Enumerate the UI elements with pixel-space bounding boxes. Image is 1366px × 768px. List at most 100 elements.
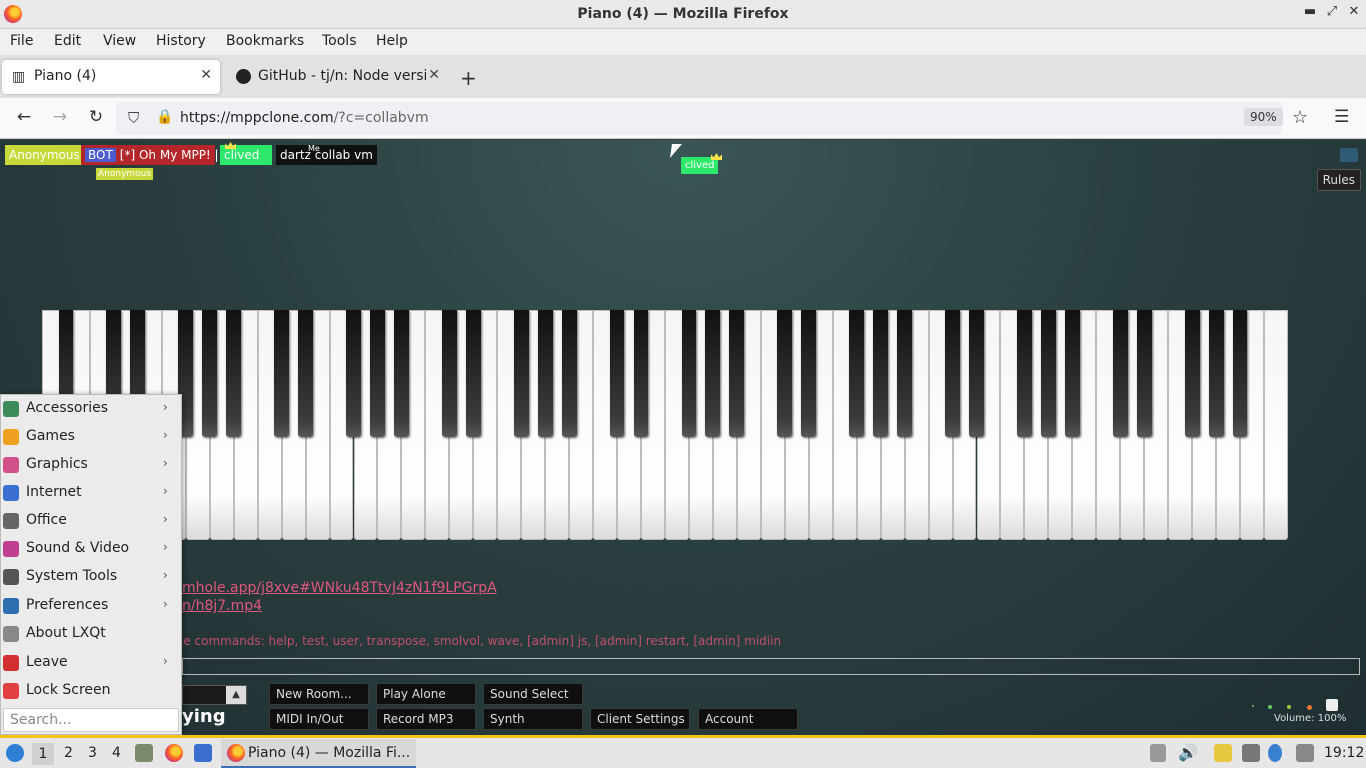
lock-icon[interactable]: 🔒 — [156, 109, 173, 125]
piano-black-key[interactable] — [513, 310, 529, 437]
piano-black-key[interactable] — [465, 310, 481, 437]
user-bot[interactable]: BOT [*] Oh My MPP! | A — [81, 145, 231, 165]
piano-black-key[interactable] — [370, 310, 385, 437]
file-manager-icon[interactable] — [135, 744, 153, 762]
desktop-2[interactable]: 2 — [64, 745, 73, 761]
forward-button[interactable]: → — [48, 107, 72, 127]
close-window-button[interactable]: ✕ — [1344, 4, 1364, 19]
chat-link[interactable]: n/h8j7.mp4 — [182, 598, 262, 614]
piano-black-key[interactable] — [561, 310, 577, 437]
start-menu-item-games[interactable]: Games › — [1, 423, 181, 451]
close-tab-icon[interactable]: ✕ — [200, 67, 212, 83]
piano-black-key[interactable] — [897, 310, 913, 437]
lxqt-start-icon[interactable] — [6, 744, 24, 762]
piano-black-key[interactable] — [705, 310, 721, 437]
start-menu-item-system-tools[interactable]: System Tools › — [1, 563, 181, 591]
clipboard-tray-icon[interactable] — [1150, 744, 1166, 762]
desktop-4[interactable]: 4 — [112, 745, 121, 761]
url-bar[interactable]: ⛉ 🔒 https://mppclone.com/?c=collabvm 90%… — [116, 102, 1308, 135]
start-menu-item-preferences[interactable]: Preferences › — [1, 592, 181, 620]
piano-black-key[interactable] — [1016, 310, 1032, 437]
start-menu-item-internet[interactable]: Internet › — [1, 479, 181, 507]
piano-black-key[interactable] — [969, 310, 984, 437]
piano-black-key[interactable] — [777, 310, 793, 437]
piano-keyboard[interactable] — [42, 310, 1288, 540]
close-tab-icon[interactable]: ✕ — [428, 67, 440, 83]
chevron-up-icon[interactable]: ▲ — [226, 686, 246, 704]
piano-black-key[interactable] — [609, 310, 625, 437]
piano-black-key[interactable] — [849, 310, 865, 437]
menu-tools[interactable]: Tools — [322, 33, 357, 49]
piano-black-key[interactable] — [393, 310, 409, 437]
firefox-launcher-icon[interactable] — [165, 744, 183, 762]
notes-tray-icon[interactable] — [1214, 744, 1232, 762]
piano-black-key[interactable] — [681, 310, 697, 437]
piano-black-key[interactable] — [945, 310, 960, 437]
clock[interactable]: 19:12 — [1324, 745, 1364, 761]
shield-icon[interactable]: ⛉ — [128, 109, 139, 127]
new-room-button[interactable]: New Room... — [269, 683, 369, 705]
piano-black-key[interactable] — [633, 310, 649, 437]
tab-piano[interactable]: ▥ Piano (4) ✕ — [2, 60, 220, 94]
piano-black-key[interactable] — [202, 310, 218, 437]
start-menu-search-input[interactable]: Search... — [3, 708, 179, 732]
piano-black-key[interactable] — [298, 310, 313, 437]
show-desktop-icon[interactable] — [194, 744, 212, 762]
chat-link[interactable]: mhole.app/j8xve#WNku48TtvJ4zN1f9LPGrpA — [182, 580, 497, 596]
piano-black-key[interactable] — [1064, 310, 1080, 437]
piano-black-key[interactable] — [1112, 310, 1128, 437]
piano-black-key[interactable] — [346, 310, 361, 437]
tab-github[interactable]: GitHub - tj/n: Node versi ✕ — [226, 60, 448, 94]
piano-white-key[interactable] — [1264, 310, 1288, 540]
play-alone-button[interactable]: Play Alone — [376, 683, 476, 705]
piano-black-key[interactable] — [1232, 310, 1248, 437]
user-me[interactable]: dartz collab vm — [276, 145, 377, 165]
piano-black-key[interactable] — [274, 310, 290, 437]
menu-file[interactable]: File — [10, 33, 33, 49]
user-anonymous[interactable]: Anonymous — [5, 145, 84, 165]
start-menu-item-sound-video[interactable]: Sound & Video › — [1, 535, 181, 563]
record-mp3-button[interactable]: Record MP3 — [376, 708, 476, 730]
desktop-3[interactable]: 3 — [88, 745, 97, 761]
screenshot-tray-icon[interactable] — [1296, 744, 1314, 762]
menu-edit[interactable]: Edit — [54, 33, 81, 49]
menu-bookmarks[interactable]: Bookmarks — [226, 33, 304, 49]
start-menu-item-office[interactable]: Office › — [1, 507, 181, 535]
piano-black-key[interactable] — [729, 310, 745, 437]
piano-black-key[interactable] — [1184, 310, 1200, 437]
synth-button[interactable]: Synth — [483, 708, 583, 730]
account-button[interactable]: Account — [698, 708, 798, 730]
network-tray-icon[interactable] — [1242, 744, 1260, 762]
piano-black-key[interactable] — [441, 310, 457, 437]
bookmark-star-icon[interactable]: ☆ — [1292, 107, 1308, 128]
url-text[interactable]: https://mppclone.com/?c=collabvm — [180, 110, 429, 126]
desktop-1[interactable]: 1 — [32, 743, 54, 765]
volume-knob[interactable] — [1326, 699, 1338, 711]
piano-black-key[interactable] — [1040, 310, 1056, 437]
minimize-button[interactable]: ▬ — [1300, 4, 1320, 19]
start-menu-item-leave[interactable]: Leave › — [1, 649, 181, 677]
piano-black-key[interactable] — [1136, 310, 1152, 437]
start-menu-item-accessories[interactable]: Accessories › — [1, 395, 181, 423]
piano-black-key[interactable] — [1208, 310, 1224, 437]
piano-black-key[interactable] — [801, 310, 817, 437]
menu-help[interactable]: Help — [376, 33, 408, 49]
volume-tray-icon[interactable]: 🔊 — [1178, 744, 1198, 762]
settings-badge-icon[interactable] — [1340, 148, 1358, 162]
app-menu-button[interactable]: ☰ — [1334, 107, 1349, 127]
start-menu-item-graphics[interactable]: Graphics › — [1, 451, 181, 479]
notification-tray-icon[interactable] — [1268, 744, 1282, 762]
start-menu-item-lock-screen[interactable]: Lock Screen — [1, 677, 181, 705]
start-menu-item-about-lxqt[interactable]: About LXQt — [1, 620, 181, 648]
zoom-level-badge[interactable]: 90% — [1244, 108, 1283, 126]
reload-button[interactable]: ↻ — [84, 107, 108, 127]
piano-black-key[interactable] — [537, 310, 553, 437]
piano-black-key[interactable] — [873, 310, 889, 437]
piano-black-key[interactable] — [226, 310, 242, 437]
taskbar-task-firefox[interactable]: Piano (4) — Mozilla Fi... — [221, 739, 416, 768]
back-button[interactable]: ← — [12, 107, 36, 127]
midi-in-out-button[interactable]: MIDI In/Out — [269, 708, 369, 730]
client-settings-button[interactable]: Client Settings — [590, 708, 690, 730]
menu-view[interactable]: View — [103, 33, 136, 49]
chat-input[interactable] — [182, 658, 1360, 675]
